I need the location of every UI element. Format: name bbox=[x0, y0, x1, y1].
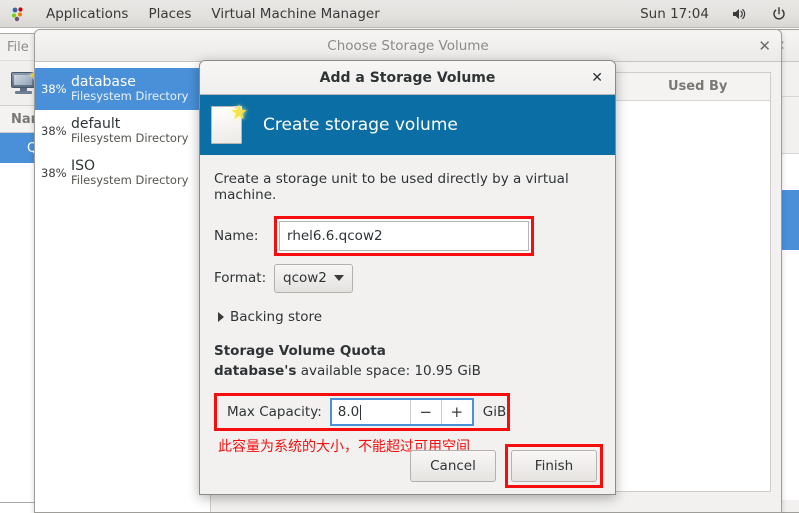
add-dialog-body: Create a storage unit to be used directl… bbox=[200, 155, 615, 456]
pool-name: ISO bbox=[71, 158, 188, 174]
pool-type: Filesystem Directory bbox=[71, 90, 188, 103]
capacity-unit-label: GiB bbox=[483, 404, 506, 420]
choose-storage-volume-titlebar[interactable]: Choose Storage Volume ✕ bbox=[35, 30, 781, 62]
choose-storage-volume-title: Choose Storage Volume bbox=[327, 38, 488, 54]
add-dialog-titlebar[interactable]: Add a Storage Volume ✕ bbox=[200, 61, 615, 95]
pool-name: database bbox=[71, 74, 188, 90]
applications-menu[interactable]: Applications bbox=[36, 0, 138, 28]
format-form-row: Format: qcow2 bbox=[214, 261, 601, 295]
add-dialog-header-banner: ★ Create storage volume bbox=[200, 95, 615, 155]
pool-usage-percent: 38% bbox=[41, 166, 71, 180]
format-select[interactable]: qcow2 bbox=[274, 264, 353, 293]
add-dialog-description: Create a storage unit to be used directl… bbox=[214, 171, 601, 203]
close-icon[interactable]: ✕ bbox=[591, 61, 603, 94]
finish-button[interactable]: Finish bbox=[511, 450, 597, 482]
text-cursor bbox=[360, 405, 361, 420]
cancel-button[interactable]: Cancel bbox=[410, 450, 496, 482]
add-dialog-header-title: Create storage volume bbox=[263, 115, 458, 135]
power-icon[interactable] bbox=[759, 0, 799, 28]
chevron-down-icon bbox=[334, 275, 344, 281]
name-label: Name: bbox=[214, 228, 274, 244]
panel-clock[interactable]: Sun 17:04 bbox=[630, 0, 719, 28]
finish-button-annotation: Finish bbox=[505, 444, 603, 488]
backing-store-expander[interactable]: Backing store bbox=[218, 309, 601, 325]
storage-pool-list[interactable]: 38% database Filesystem Directory 38% de… bbox=[35, 62, 211, 513]
format-select-value: qcow2 bbox=[283, 270, 327, 286]
speaker-icon[interactable] bbox=[719, 0, 759, 28]
name-field-annotation: rhel6.6.qcow2 bbox=[274, 216, 534, 256]
storage-pool-item-default[interactable]: 38% default Filesystem Directory bbox=[35, 110, 210, 152]
active-application-title[interactable]: Virtual Machine Manager bbox=[201, 0, 389, 28]
pool-type: Filesystem Directory bbox=[71, 174, 188, 187]
max-capacity-stepper[interactable]: 8.0 − + bbox=[330, 398, 474, 426]
minus-icon[interactable]: − bbox=[410, 400, 441, 424]
add-storage-volume-dialog[interactable]: Add a Storage Volume ✕ ★ Create storage … bbox=[199, 60, 616, 495]
pool-usage-percent: 38% bbox=[41, 124, 71, 138]
expander-collapsed-icon bbox=[218, 312, 224, 322]
pool-usage-percent: 38% bbox=[41, 82, 71, 96]
available-space-value: available space: 10.95 GiB bbox=[296, 363, 480, 379]
storage-pool-item-database[interactable]: 38% database Filesystem Directory bbox=[35, 68, 210, 110]
max-capacity-label: Max Capacity: bbox=[227, 404, 322, 420]
max-capacity-input[interactable]: 8.0 bbox=[332, 400, 410, 424]
pool-type: Filesystem Directory bbox=[71, 132, 188, 145]
format-label: Format: bbox=[214, 270, 274, 286]
places-menu[interactable]: Places bbox=[138, 0, 201, 28]
plus-icon[interactable]: + bbox=[441, 400, 472, 424]
gnome-logo-icon bbox=[0, 0, 36, 28]
name-input[interactable]: rhel6.6.qcow2 bbox=[279, 221, 529, 251]
backing-store-label: Backing store bbox=[230, 309, 322, 325]
menu-file[interactable]: File bbox=[7, 40, 29, 55]
add-dialog-footer: Cancel Finish bbox=[200, 438, 615, 494]
available-space-pool: database's bbox=[214, 363, 296, 379]
pool-name: default bbox=[71, 116, 188, 132]
max-capacity-value: 8.0 bbox=[338, 404, 359, 420]
column-used-by: Used By bbox=[660, 79, 727, 94]
storage-volume-quota-title: Storage Volume Quota bbox=[214, 343, 601, 359]
close-icon[interactable]: ✕ bbox=[758, 30, 771, 61]
new-document-star-icon: ★ bbox=[211, 104, 247, 146]
gnome-top-panel[interactable]: Applications Places Virtual Machine Mana… bbox=[0, 0, 799, 28]
add-dialog-title: Add a Storage Volume bbox=[320, 70, 496, 86]
name-form-row: Name: rhel6.6.qcow2 bbox=[214, 219, 601, 253]
storage-pool-item-iso[interactable]: 38% ISO Filesystem Directory bbox=[35, 152, 210, 194]
desktop-background: File ✦ Nam Q ✕ Choose Storage Volume ✕ bbox=[0, 0, 799, 513]
available-space-text: database's available space: 10.95 GiB bbox=[214, 363, 601, 379]
max-capacity-annotation: Max Capacity: 8.0 − + GiB bbox=[214, 393, 510, 431]
